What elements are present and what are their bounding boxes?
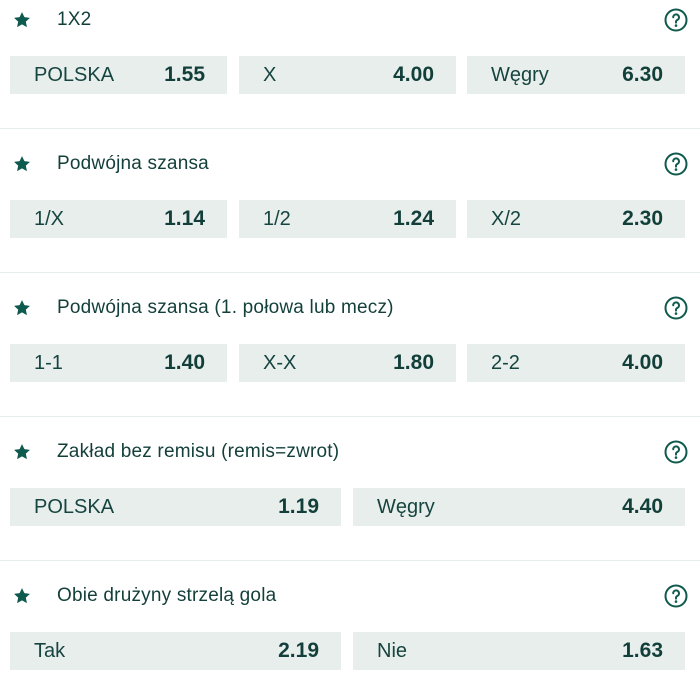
selection-label: X/2 <box>491 208 522 230</box>
question-circle-icon[interactable] <box>664 152 688 176</box>
question-circle-icon[interactable] <box>664 8 688 32</box>
selection-label: 2-2 <box>491 352 520 374</box>
star-icon[interactable] <box>12 10 32 30</box>
odds-value: 6.30 <box>622 63 663 86</box>
market-title: 1X2 <box>57 9 92 30</box>
odds-value: 2.30 <box>622 207 663 230</box>
market-1x2: 1X2 POLSKA 1.55 X 4.00 Węgry 6.30 <box>0 0 700 128</box>
odds-button-x-x[interactable]: X-X 1.80 <box>239 344 456 382</box>
selection-label: Węgry <box>377 496 435 518</box>
divider <box>0 560 700 561</box>
market-draw-no-bet: Zakład bez remisu (remis=zwrot) POLSKA 1… <box>0 432 700 560</box>
odds-value: 4.00 <box>393 63 434 86</box>
odds-value: 1.80 <box>393 351 434 374</box>
selection-label: POLSKA <box>34 496 115 518</box>
market-header: Zakład bez remisu (remis=zwrot) <box>0 432 700 472</box>
selection-label: Tak <box>34 640 66 662</box>
odds-button-tak[interactable]: Tak 2.19 <box>10 632 341 670</box>
question-circle-icon[interactable] <box>664 584 688 608</box>
odds-value: 1.19 <box>278 495 319 518</box>
odds-button-wegry[interactable]: Węgry 6.30 <box>467 56 685 94</box>
market-title: Podwójna szansa <box>57 153 209 174</box>
odds-value: 4.00 <box>622 351 663 374</box>
odds-value: 1.55 <box>164 63 205 86</box>
star-icon[interactable] <box>12 442 32 462</box>
divider <box>0 416 700 417</box>
odds-button-1x[interactable]: 1/X 1.14 <box>10 200 227 238</box>
divider <box>0 128 700 129</box>
odds-button-polska[interactable]: POLSKA 1.55 <box>10 56 227 94</box>
selection-label: Węgry <box>491 64 549 86</box>
odds-value: 1.24 <box>393 207 434 230</box>
odds-value: 2.19 <box>278 639 319 662</box>
odds-value: 4.40 <box>622 495 663 518</box>
market-double-chance: Podwójna szansa 1/X 1.14 1/2 1.24 X/2 2.… <box>0 144 700 272</box>
selection-label: Nie <box>377 640 408 662</box>
odds-value: 1.40 <box>164 351 205 374</box>
market-header: Podwójna szansa (1. połowa lub mecz) <box>0 288 700 328</box>
selection-label: POLSKA <box>34 64 115 86</box>
market-header: Obie drużyny strzelą gola <box>0 576 700 616</box>
selection-label: X <box>263 64 277 86</box>
market-double-chance-half-or-match: Podwójna szansa (1. połowa lub mecz) 1-1… <box>0 288 700 416</box>
question-circle-icon[interactable] <box>664 296 688 320</box>
market-title: Podwójna szansa (1. połowa lub mecz) <box>57 297 394 318</box>
odds-value: 1.14 <box>164 207 205 230</box>
odds-value: 1.63 <box>622 639 663 662</box>
question-circle-icon[interactable] <box>664 440 688 464</box>
market-header: 1X2 <box>0 0 700 40</box>
divider <box>0 272 700 273</box>
odds-button-nie[interactable]: Nie 1.63 <box>353 632 685 670</box>
odds-button-draw[interactable]: X 4.00 <box>239 56 456 94</box>
star-icon[interactable] <box>12 154 32 174</box>
odds-button-polska[interactable]: POLSKA 1.19 <box>10 488 341 526</box>
selection-label: 1-1 <box>34 352 63 374</box>
selection-label: X-X <box>263 352 297 374</box>
market-header: Podwójna szansa <box>0 144 700 184</box>
market-title: Zakład bez remisu (remis=zwrot) <box>57 441 340 462</box>
odds-button-2-2[interactable]: 2-2 4.00 <box>467 344 685 382</box>
selection-label: 1/2 <box>263 208 291 230</box>
selection-label: 1/X <box>34 208 65 230</box>
odds-button-1-1[interactable]: 1-1 1.40 <box>10 344 227 382</box>
star-icon[interactable] <box>12 586 32 606</box>
odds-button-wegry[interactable]: Węgry 4.40 <box>353 488 685 526</box>
market-title: Obie drużyny strzelą gola <box>57 585 277 606</box>
market-both-teams-to-score: Obie drużyny strzelą gola Tak 2.19 Nie 1… <box>0 576 700 679</box>
odds-button-x2[interactable]: X/2 2.30 <box>467 200 685 238</box>
star-icon[interactable] <box>12 298 32 318</box>
odds-button-12[interactable]: 1/2 1.24 <box>239 200 456 238</box>
